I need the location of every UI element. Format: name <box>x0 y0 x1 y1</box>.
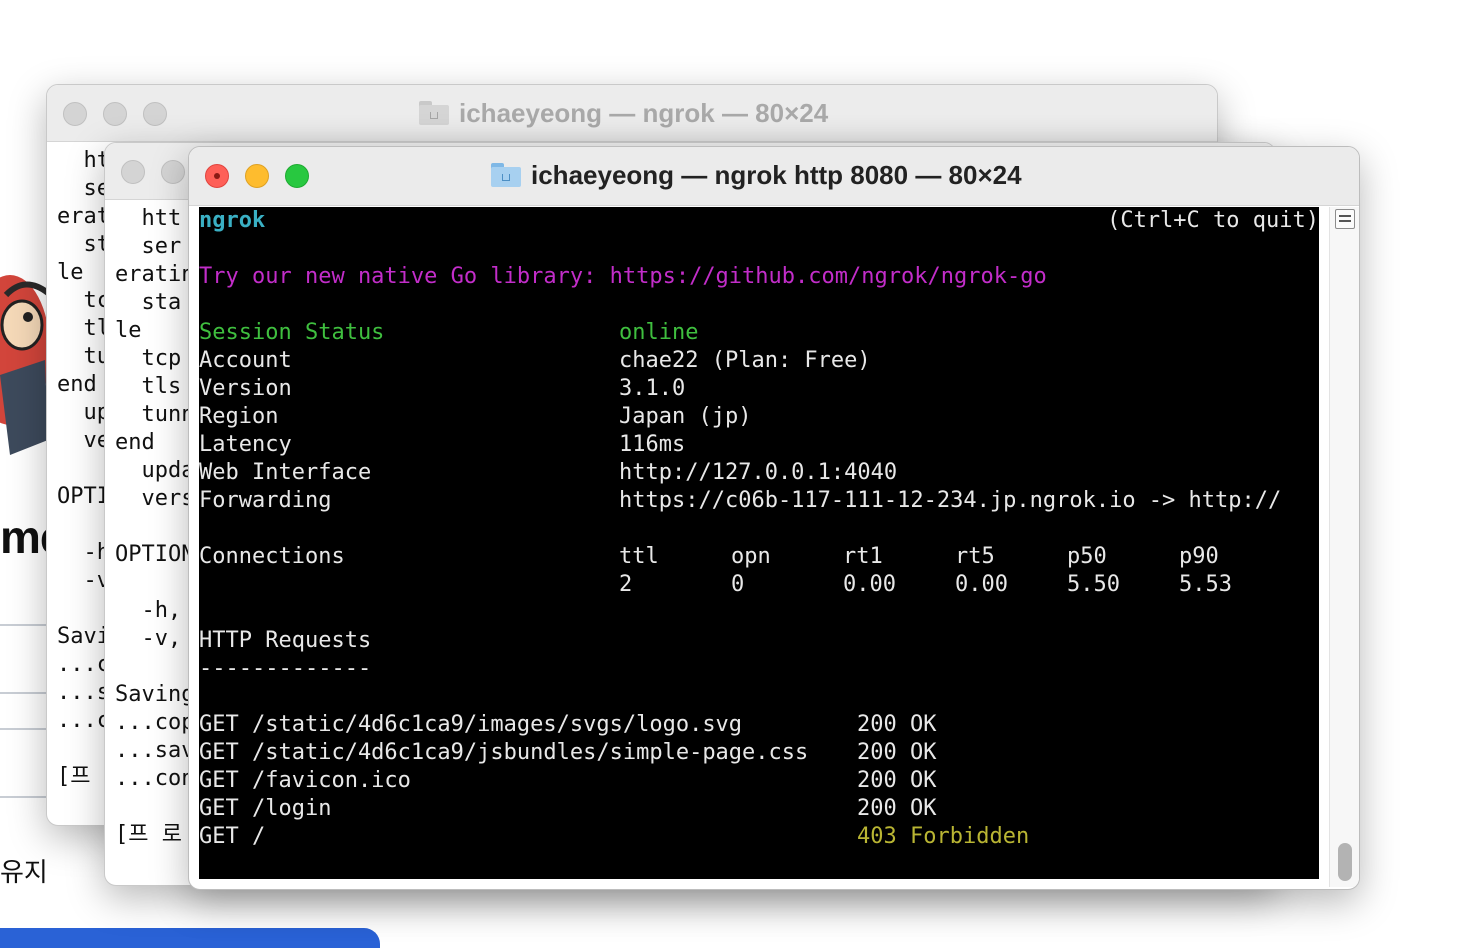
status-label: Session Status <box>199 320 385 345</box>
connections-header: p50 <box>1067 544 1107 569</box>
connections-header: ttl <box>619 544 659 569</box>
request-path: GET /favicon.ico <box>199 768 411 793</box>
http-requests-label: HTTP Requests <box>199 628 372 653</box>
window-titlebar[interactable]: ichaeyeong — ngrok — 80×24 <box>47 85 1217 142</box>
close-button[interactable] <box>63 102 87 126</box>
connections-header: rt1 <box>843 544 883 569</box>
request-status-forbidden: 403 Forbidden <box>857 824 1030 849</box>
web-interface-link[interactable]: http://127.0.0.1:4040 <box>619 459 897 487</box>
status-label: Forwarding <box>199 488 332 513</box>
background-blue-button[interactable] <box>0 928 380 948</box>
scroll-toggle-icon[interactable] <box>1335 209 1355 229</box>
folder-icon <box>491 163 521 187</box>
status-label: Web Interface <box>199 460 372 485</box>
status-label: Account <box>199 348 292 373</box>
request-status: 200 OK <box>857 768 937 793</box>
zoom-button[interactable] <box>285 164 309 188</box>
mascot-logo-icon <box>0 275 50 455</box>
terminal-window-front[interactable]: ichaeyeong — ngrok http 8080 — 80×24 ngr… <box>188 146 1360 890</box>
scrollbar-thumb[interactable] <box>1338 843 1352 881</box>
forwarding-url[interactable]: https://c06b-117-111-12-234.jp.ngrok.io … <box>619 487 1281 515</box>
connections-value: 0 <box>731 572 745 597</box>
http-requests-underline: ------------- <box>199 656 372 681</box>
folder-icon <box>419 101 449 125</box>
connections-value: 5.53 <box>1179 572 1232 597</box>
status-value: Japan (jp) <box>619 404 752 429</box>
status-value: online <box>619 320 699 345</box>
connections-header: p90 <box>1179 544 1219 569</box>
status-label: Region <box>199 404 279 429</box>
request-path: GET /static/4d6c1ca9/jsbundles/simple-pa… <box>199 740 809 765</box>
close-dot-icon <box>214 173 220 179</box>
connections-value: 2 <box>619 572 633 597</box>
divider <box>0 624 46 626</box>
status-value: 3.1.0 <box>619 376 686 401</box>
request-path: GET / <box>199 824 266 849</box>
connections-value: 0.00 <box>955 572 1008 597</box>
close-button[interactable] <box>205 164 229 188</box>
connections-value: 0.00 <box>843 572 896 597</box>
status-label: Latency <box>199 432 292 457</box>
status-label: Version <box>199 376 292 401</box>
status-value: chae22 (Plan: Free) <box>619 348 871 373</box>
promo-line[interactable]: Try our new native Go library: https://g… <box>199 263 1047 291</box>
window-title: ichaeyeong — ngrok — 80×24 <box>459 97 829 128</box>
request-status: 200 OK <box>857 712 937 737</box>
request-status: 200 OK <box>857 796 937 821</box>
request-path: GET /login <box>199 796 332 821</box>
request-path: GET /static/4d6c1ca9/images/svgs/logo.sv… <box>199 712 743 737</box>
connections-label: Connections <box>199 544 345 569</box>
connections-header: opn <box>731 544 771 569</box>
minimize-button[interactable] <box>245 164 269 188</box>
divider <box>0 692 46 694</box>
terminal-screen[interactable]: ngrok (Ctrl+C to quit) Try our new nativ… <box>199 207 1319 879</box>
window-title-group: ichaeyeong — ngrok http 8080 — 80×24 <box>491 147 1022 203</box>
window-title-group: ichaeyeong — ngrok — 80×24 <box>419 85 828 141</box>
background-text-fragment: 유지 <box>0 857 48 887</box>
zoom-button[interactable] <box>143 102 167 126</box>
divider <box>0 728 46 730</box>
window-title: ichaeyeong — ngrok http 8080 — 80×24 <box>531 159 1022 190</box>
quit-hint: (Ctrl+C to quit) <box>1107 208 1319 233</box>
minimize-button[interactable] <box>103 102 127 126</box>
brand-label: ngrok <box>199 208 266 233</box>
divider <box>0 796 46 798</box>
scrollbar[interactable] <box>1329 207 1359 887</box>
request-status: 200 OK <box>857 740 937 765</box>
connections-header: rt5 <box>955 544 995 569</box>
window-titlebar[interactable]: ichaeyeong — ngrok http 8080 — 80×24 <box>189 147 1359 206</box>
status-value: 116ms <box>619 432 686 457</box>
connections-value: 5.50 <box>1067 572 1120 597</box>
minimize-button[interactable] <box>161 160 185 184</box>
close-button[interactable] <box>121 160 145 184</box>
